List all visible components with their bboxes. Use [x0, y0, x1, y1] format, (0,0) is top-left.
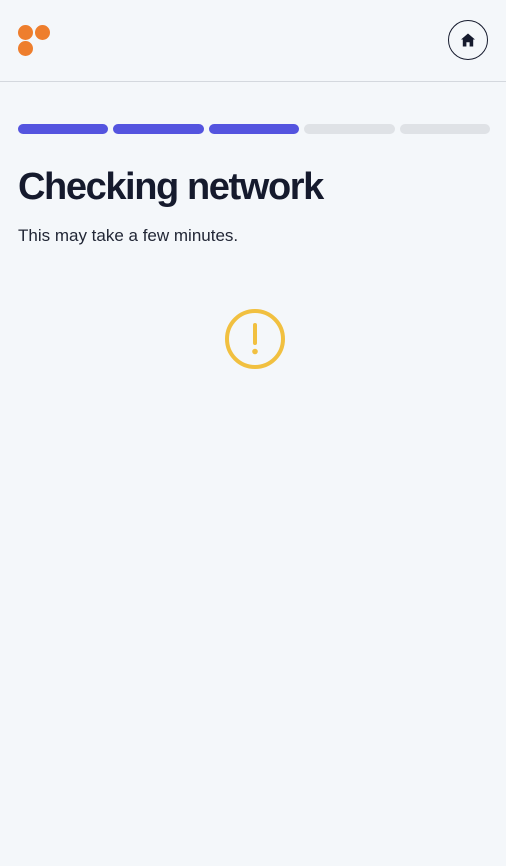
progress-step-3 — [208, 124, 300, 134]
progress-steps — [18, 124, 491, 135]
logo-dot-bottom-left — [18, 41, 33, 56]
warning-exclamation-icon — [224, 308, 286, 370]
progress-step-1 — [18, 124, 109, 134]
app-header — [0, 0, 506, 82]
page-title: Checking network — [18, 166, 324, 208]
logo-dot-top-left — [18, 25, 33, 40]
logo-dot-top-right — [35, 25, 50, 40]
progress-step-4 — [304, 124, 395, 134]
progress-step-5 — [399, 124, 491, 134]
progress-step-2 — [113, 124, 204, 134]
home-icon — [461, 33, 475, 47]
home-button[interactable] — [448, 20, 488, 60]
page-subtitle: This may take a few minutes. — [18, 226, 239, 245]
brand-logo-icon — [18, 25, 50, 57]
